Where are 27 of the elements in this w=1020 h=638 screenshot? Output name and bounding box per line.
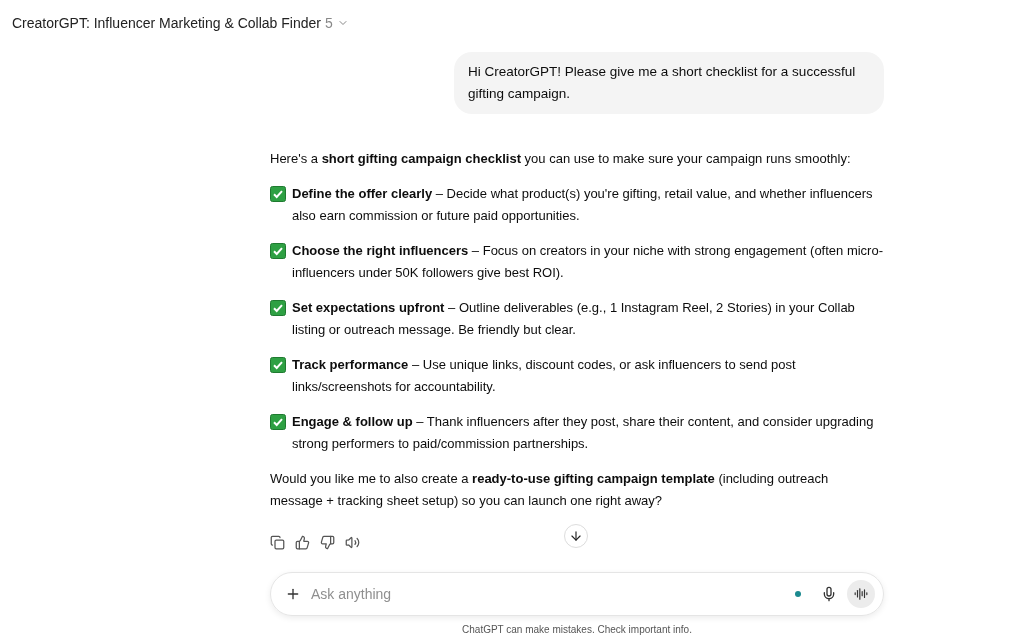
checklist-item: Track performance – Use unique links, discount codes, or ask influencers to send post links/screenshots for accountability. — [292, 356, 797, 396]
voice-mode-button[interactable] — [847, 580, 875, 608]
plus-icon[interactable] — [285, 586, 301, 602]
chat-title: CreatorGPT: Influencer Marketing & Collab Finder — [12, 13, 321, 33]
check-icon — [270, 243, 286, 259]
microphone-icon[interactable] — [821, 586, 837, 602]
check-icon — [270, 414, 286, 430]
scroll-down-button[interactable] — [564, 524, 588, 548]
message-input[interactable]: Ask anything — [311, 583, 785, 605]
reply-intro: Here's a short gifting campaign checklist you can use to make sure your campaign runs smoothly: — [270, 151, 851, 166]
checklist-item: Define the offer clearly – Decide what product(s) you're gifting, retail value, and whether influencers also earn commission or future paid opportunities. — [292, 185, 874, 225]
copy-icon[interactable] — [270, 534, 285, 550]
check-icon — [270, 186, 286, 202]
user-message: Hi CreatorGPT! Please give me a short checklist for a successful gifting campaign. — [454, 52, 884, 114]
disclaimer-text: ChatGPT can make mistakes. Check important info. — [462, 623, 692, 637]
speaker-icon[interactable] — [345, 534, 360, 550]
check-icon — [270, 300, 286, 316]
checklist-item: Set expectations upfront – Outline deliverables (e.g., 1 Instagram Reel, 2 Stories) in your Collab listing or outreach message. Be friendly but clear. — [292, 299, 856, 339]
thumbs-up-icon[interactable] — [295, 534, 310, 550]
check-icon — [270, 357, 286, 373]
arrow-down-icon — [569, 529, 583, 543]
sound-wave-icon — [854, 587, 868, 601]
version-label: 5 — [324, 13, 333, 33]
checklist-item: Choose the right influencers – Focus on creators in your niche with strong engagement (often micro-influencers under 50K followers give best ROI). — [292, 242, 884, 282]
reply-question: Would you like me to also create a ready-to-use gifting campaign template (including outreach message + tracking sheet setup) so you can launch one right away? — [270, 471, 829, 508]
checklist-item: Engage & follow up – Thank influencers after they post, share their content, and consider upgrading strong performers to paid/commission partnerships. — [292, 413, 875, 453]
thumbs-down-icon[interactable] — [320, 534, 335, 550]
